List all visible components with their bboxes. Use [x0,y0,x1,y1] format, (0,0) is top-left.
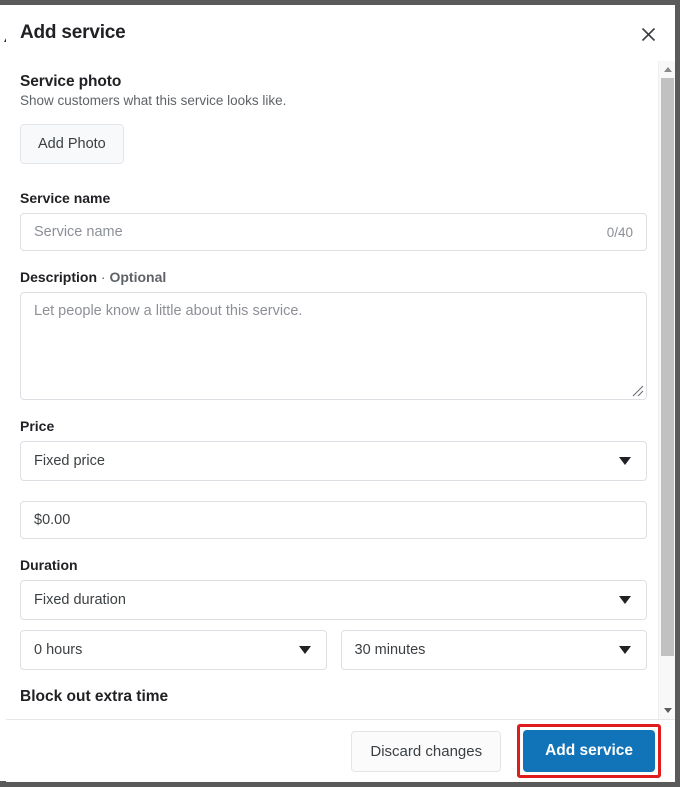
service-name-placeholder: Service name [34,224,123,240]
duration-label: Duration [20,557,78,573]
duration-hours-value: 0 hours [34,642,83,658]
service-photo-heading: Service photo [20,73,122,90]
discard-changes-button[interactable]: Discard changes [351,730,502,772]
add-service-button[interactable]: Add service [523,730,655,772]
duration-hours-select[interactable]: 0 hours [20,630,327,670]
service-name-counter: 0/40 [606,224,633,240]
price-label: Price [20,418,55,434]
price-type-value: Fixed price [34,453,105,469]
chevron-down-icon [619,457,631,465]
dialog-header: Add service [6,5,675,61]
description-label: Description · Optional [20,269,647,285]
block-out-extra-time-heading: Block out extra time [20,688,169,705]
service-name-label: Service name [20,190,111,206]
description-label-text: Description [20,269,98,285]
resize-handle-icon[interactable] [630,383,644,397]
chevron-down-icon [298,646,311,654]
vertical-scrollbar[interactable] [658,61,675,719]
close-icon[interactable] [635,21,661,47]
price-amount-input[interactable]: $0.00 [20,501,647,539]
scrollbar-thumb[interactable] [661,78,674,656]
browser-backdrop: ▲ Add service Service photo Show custome… [0,0,680,787]
service-photo-subtext: Show customers what this service looks l… [20,93,287,108]
scroll-down-button[interactable] [659,702,675,719]
duration-type-select[interactable]: Fixed duration [20,580,647,620]
dialog-footer: Discard changes Add service [6,719,675,782]
description-placeholder: Let people know a little about this serv… [34,303,303,319]
add-service-dialog: Add service Service photo Show customers… [6,5,675,782]
chevron-down-icon [619,646,631,654]
duration-minutes-value: 30 minutes [354,642,426,658]
scroll-up-button[interactable] [659,61,675,78]
duration-row: 0 hours 30 minutes [20,630,647,670]
dialog-body-wrapper: Service photo Show customers what this s… [6,61,675,719]
duration-minutes-select[interactable]: 30 minutes [340,630,647,670]
description-textarea[interactable]: Let people know a little about this serv… [20,292,647,400]
service-name-input[interactable]: Service name 0/40 [20,213,647,251]
dialog-scroll-body: Service photo Show customers what this s… [6,61,675,719]
dialog-title: Add service [20,22,126,43]
price-type-select[interactable]: Fixed price [20,441,647,481]
caret-up-icon [663,67,672,72]
chevron-down-icon [619,596,631,604]
duration-type-value: Fixed duration [34,592,126,608]
add-photo-button[interactable]: Add Photo [20,124,124,164]
price-amount-value: $0.00 [34,512,71,528]
description-label-separator: · [100,269,106,285]
description-optional-tag: Optional [109,269,167,285]
submit-highlight-box: Add service [517,724,661,778]
caret-down-icon [663,708,672,713]
